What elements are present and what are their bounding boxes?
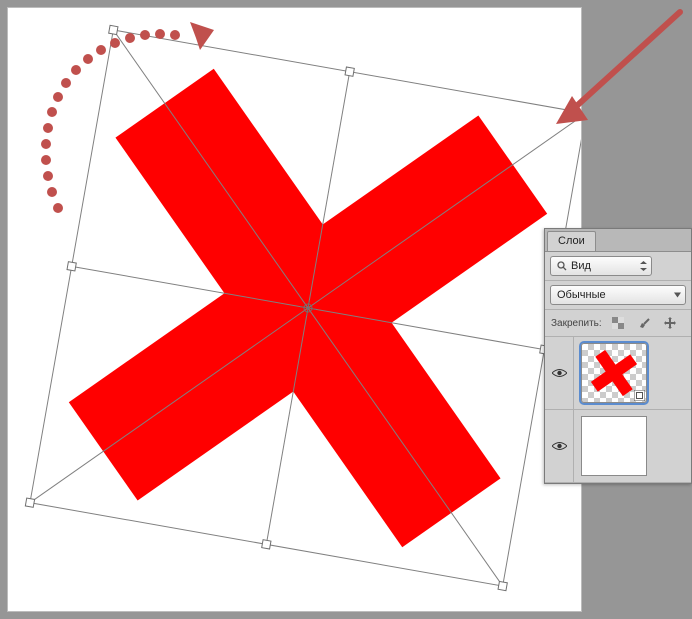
layer-thumbnail[interactable] bbox=[581, 416, 647, 476]
filter-kind-label: Вид bbox=[571, 260, 591, 272]
layer-filter-row: Вид bbox=[545, 252, 691, 281]
chevron-updown-icon bbox=[640, 261, 647, 271]
blend-mode-row: Обычные bbox=[545, 281, 691, 310]
lock-pixels-icon bbox=[612, 317, 624, 329]
handle-tl[interactable] bbox=[109, 25, 118, 34]
layer-visibility-toggle[interactable] bbox=[545, 337, 574, 409]
tab-layers[interactable]: Слои bbox=[547, 231, 596, 251]
chevron-down-icon bbox=[674, 293, 681, 298]
blend-mode-select[interactable]: Обычные bbox=[550, 285, 686, 305]
smart-object-badge-icon bbox=[634, 390, 645, 401]
document-canvas[interactable] bbox=[8, 8, 581, 611]
layer-row[interactable] bbox=[545, 337, 691, 410]
lock-label: Закрепить: bbox=[551, 318, 602, 329]
lock-move-button[interactable] bbox=[660, 314, 680, 332]
artwork-svg bbox=[8, 8, 581, 611]
layer-row[interactable] bbox=[545, 410, 691, 483]
layers-panel: Слои Вид Обычные За bbox=[544, 228, 692, 484]
handle-bl[interactable] bbox=[25, 498, 34, 507]
app-stage: Слои Вид Обычные За bbox=[0, 0, 692, 619]
lock-pixels-button[interactable] bbox=[608, 314, 628, 332]
handle-tc[interactable] bbox=[345, 67, 354, 76]
handle-bc[interactable] bbox=[262, 540, 271, 549]
layer-list bbox=[545, 337, 691, 483]
layer-visibility-toggle[interactable] bbox=[545, 410, 574, 482]
layer-thumbnail[interactable] bbox=[581, 343, 647, 403]
panel-tabbar: Слои bbox=[545, 229, 691, 252]
lock-row: Закрепить: bbox=[545, 310, 691, 337]
brush-icon bbox=[638, 317, 650, 329]
filter-kind-select[interactable]: Вид bbox=[550, 256, 652, 276]
blend-mode-label: Обычные bbox=[557, 289, 606, 301]
move-icon bbox=[664, 317, 676, 329]
eye-icon bbox=[552, 441, 567, 451]
handle-br[interactable] bbox=[498, 581, 507, 590]
search-icon bbox=[557, 261, 567, 271]
lock-brush-button[interactable] bbox=[634, 314, 654, 332]
handle-ml[interactable] bbox=[67, 262, 76, 271]
eye-icon bbox=[552, 368, 567, 378]
